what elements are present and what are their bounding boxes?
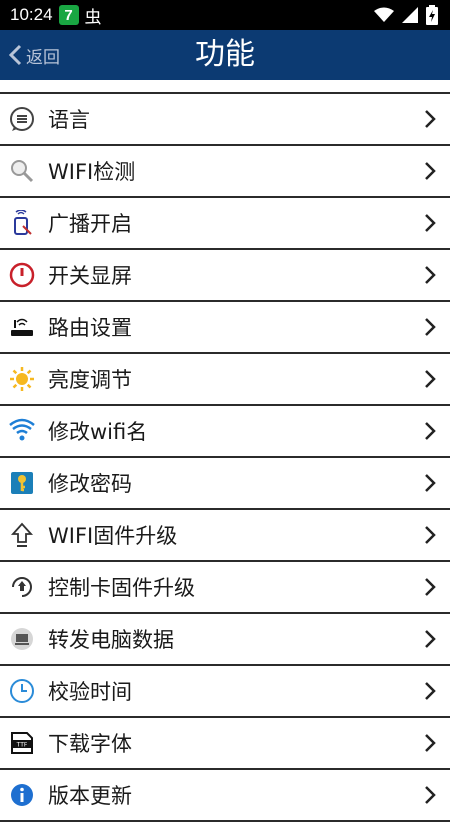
chevron-right-icon [425,162,436,180]
menu-item-label: 版本更新 [48,784,132,808]
notification-badge: 7 [58,5,79,25]
menu-item-screen-toggle[interactable]: 开关显屏 [0,250,450,302]
back-button[interactable]: 返回 [8,40,60,70]
power-icon [8,261,36,289]
menu-item-change-password[interactable]: 修改密码 [0,458,450,510]
menu-item-control-card-firmware[interactable]: 控制卡固件升级 [0,562,450,614]
wifi-icon [8,417,36,445]
menu-item-label: 路由设置 [48,316,132,340]
wifi-signal-icon [374,7,394,22]
font-file-icon: TTF [8,729,36,757]
menu-item-wifi-check[interactable]: WIFI检测 [0,146,450,198]
svg-text:TTF: TTF [16,742,28,749]
back-label: 返回 [26,47,60,68]
chevron-right-icon [425,422,436,440]
chevron-left-icon [8,44,22,66]
top-spacer [0,80,450,92]
status-time: 10:24 [10,5,53,24]
info-icon [8,781,36,809]
bug-icon: 虫 [84,7,102,28]
chevron-right-icon [425,786,436,804]
menu-item-sync-time[interactable]: 校验时间 [0,666,450,718]
chevron-right-icon [425,578,436,596]
chevron-right-icon [425,734,436,752]
sun-icon [8,365,36,393]
cell-signal-icon [402,7,418,23]
menu-item-wifi-name[interactable]: 修改wifi名 [0,406,450,458]
menu-item-label: 广播开启 [48,212,132,236]
menu-item-label: 修改密码 [48,472,132,496]
menu-item-label: 开关显屏 [48,264,132,288]
menu-item-label: 亮度调节 [48,368,132,392]
chevron-right-icon [425,630,436,648]
upload-arrow-icon [8,521,36,549]
status-bar: 10:24 7 虫 [0,0,450,30]
menu-item-forward-pc-data[interactable]: 转发电脑数据 [0,614,450,666]
chevron-right-icon [425,214,436,232]
battery-charging-icon [426,5,438,25]
menu-item-language[interactable]: 语言 [0,94,450,146]
chevron-right-icon [425,110,436,128]
menu-item-wifi-firmware[interactable]: WIFI固件升级 [0,510,450,562]
menu-item-label: 语言 [48,108,90,132]
menu-item-download-font[interactable]: TTF 下载字体 [0,718,450,770]
menu-item-label: 修改wifi名 [48,420,148,444]
menu-item-label: 转发电脑数据 [48,628,174,652]
function-list: 语言 WIFI检测 广播开启 开关显屏 路由设置 亮度调节 修改wifi名 修改… [0,92,450,822]
title-bar: 返回 功能 [0,30,450,80]
menu-item-label: 下载字体 [48,732,132,756]
menu-item-version-update[interactable]: 版本更新 [0,770,450,822]
menu-item-label: WIFI检测 [48,160,136,184]
magnifier-icon [8,157,36,185]
menu-item-label: WIFI固件升级 [48,524,178,548]
menu-item-label: 控制卡固件升级 [48,576,195,600]
chevron-right-icon [425,370,436,388]
menu-item-label: 校验时间 [48,680,132,704]
language-icon [8,105,36,133]
router-icon [8,313,36,341]
refresh-upload-icon [8,573,36,601]
clock-icon [8,677,36,705]
chevron-right-icon [425,474,436,492]
menu-item-brightness[interactable]: 亮度调节 [0,354,450,406]
chevron-right-icon [425,682,436,700]
menu-item-router-settings[interactable]: 路由设置 [0,302,450,354]
page-title: 功能 [195,37,255,72]
chevron-right-icon [425,266,436,284]
chevron-right-icon [425,318,436,336]
broadcast-icon [8,209,36,237]
menu-item-broadcast[interactable]: 广播开启 [0,198,450,250]
key-icon [8,469,36,497]
chevron-right-icon [425,526,436,544]
forward-data-icon [8,625,36,653]
